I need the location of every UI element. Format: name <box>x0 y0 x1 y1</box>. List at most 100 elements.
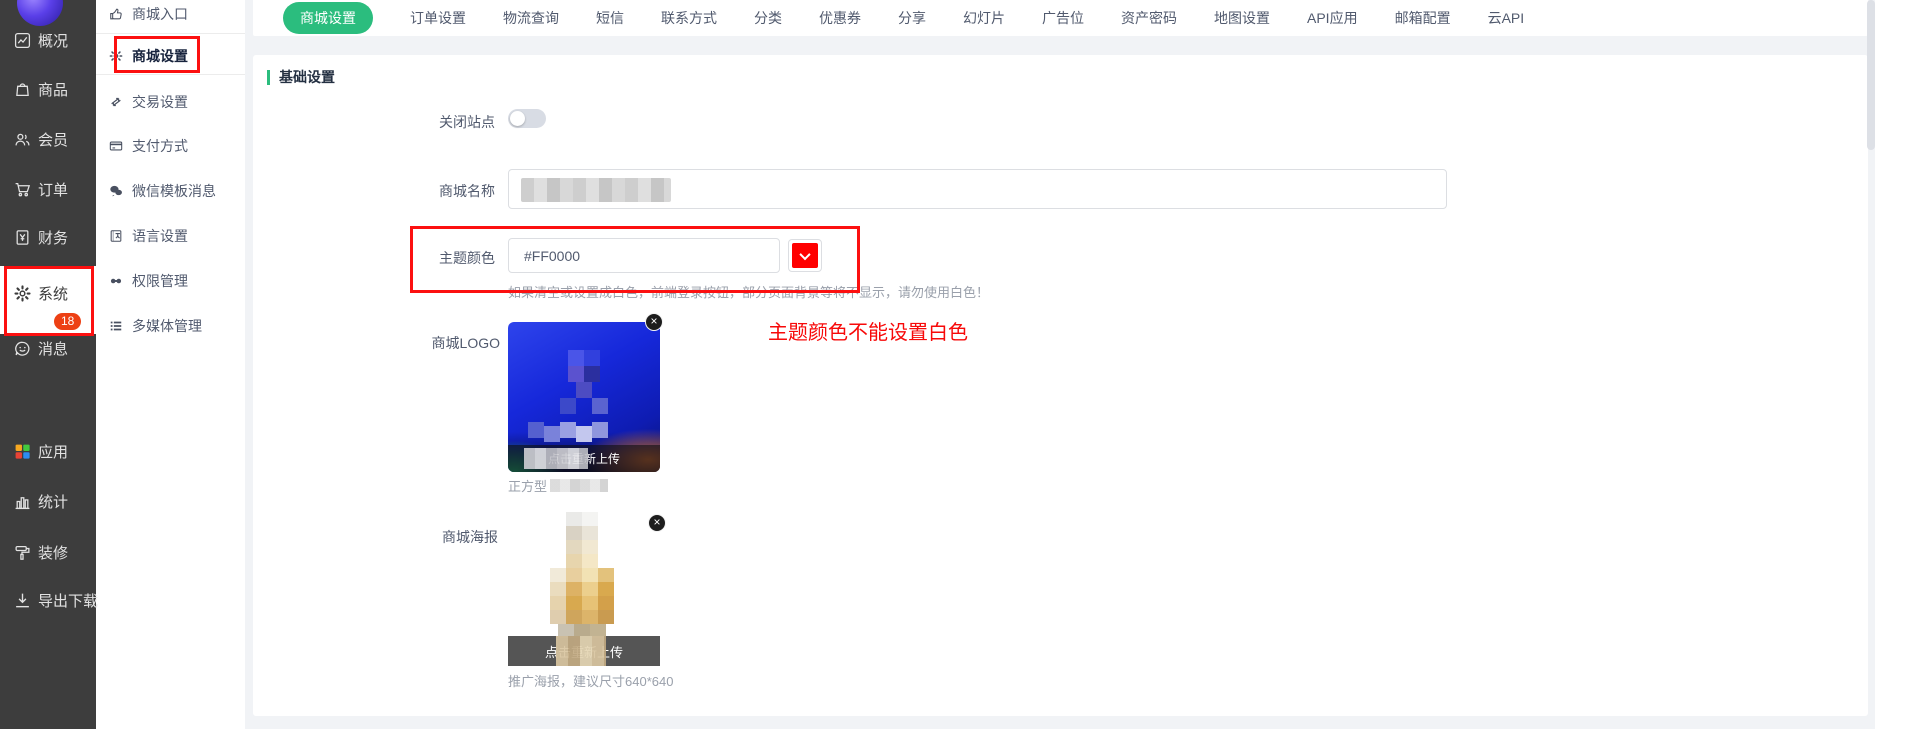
close-site-toggle[interactable] <box>508 109 546 128</box>
blur-pixel <box>576 426 592 442</box>
submenu-item-label: 微信模板消息 <box>132 181 216 201</box>
tab-API应用[interactable]: API应用 <box>1307 8 1358 28</box>
submenu-divider <box>96 74 245 75</box>
submenu-item-商城入口[interactable]: 商城入口 <box>96 2 245 26</box>
blur-pixel <box>584 350 600 366</box>
tab-订单设置[interactable]: 订单设置 <box>410 8 466 28</box>
blur-pixel <box>584 366 600 382</box>
scrollbar-thumb[interactable] <box>1867 0 1875 150</box>
submenu-item-交易设置[interactable]: 交易设置 <box>96 90 245 114</box>
sidebar-item-消息[interactable]: 消息 <box>0 333 96 363</box>
theme-color-swatch <box>792 243 818 268</box>
tab-云API[interactable]: 云API <box>1488 8 1525 28</box>
section-title: 基础设置 <box>279 67 335 87</box>
tab-物流查询[interactable]: 物流查询 <box>503 8 559 28</box>
submenu-item-商城设置[interactable]: 商城设置 <box>96 44 245 68</box>
sidebar-item-label: 商品 <box>38 79 68 100</box>
tab-分享[interactable]: 分享 <box>898 8 926 28</box>
sidebar-item-统计[interactable]: 统计 <box>0 486 96 516</box>
tab-资产密码[interactable]: 资产密码 <box>1121 8 1177 28</box>
language-icon <box>109 229 123 243</box>
blur-pixel <box>560 398 576 414</box>
avatar[interactable] <box>17 0 63 26</box>
sidebar-item-导出下载[interactable]: 导出下载 <box>0 585 96 615</box>
tab-分类[interactable]: 分类 <box>754 8 782 28</box>
entry-icon <box>109 7 123 21</box>
sidebar-item-装修[interactable]: 装修 <box>0 537 96 567</box>
scrollbar-track <box>1875 0 1907 729</box>
poster-caption: 推广海报，建议尺寸640*640 <box>508 671 673 690</box>
theme-color-input[interactable]: #FF0000 <box>508 238 780 273</box>
logo-caption: 正方型 <box>508 476 608 495</box>
blur-pixel <box>576 382 592 398</box>
sidebar-item-应用[interactable]: 应用 <box>0 436 96 466</box>
mall-poster-label: 商城海报 <box>368 527 498 547</box>
tab-联系方式[interactable]: 联系方式 <box>661 8 717 28</box>
messages-icon <box>14 340 31 357</box>
main-sidebar: 概况商品会员订单财务系统消息应用统计装修导出下载 18 <box>0 0 96 729</box>
sidebar-item-label: 会员 <box>38 129 68 150</box>
annotation-note: 主题颜色不能设置白色 <box>768 316 968 345</box>
theme-color-picker-button[interactable] <box>788 239 822 272</box>
system-icon <box>14 285 31 302</box>
section-accent-bar <box>267 70 270 85</box>
toggle-knob <box>510 111 525 126</box>
blur-pixel <box>544 426 560 442</box>
blur-pixel <box>560 422 576 438</box>
blur-patch <box>524 448 588 469</box>
goods-icon <box>14 81 31 98</box>
apps-icon <box>14 443 31 460</box>
members-icon <box>14 131 31 148</box>
tab-商城设置[interactable]: 商城设置 <box>283 2 373 34</box>
submenu-item-语言设置[interactable]: 语言设置 <box>96 224 245 248</box>
poster-remove-button[interactable]: × <box>648 514 666 532</box>
sidebar-item-label: 统计 <box>38 491 68 512</box>
sidebar-item-会员[interactable]: 会员 <box>0 124 96 154</box>
finance-icon <box>14 229 31 246</box>
sidebar-item-财务[interactable]: 财务 <box>0 222 96 252</box>
blur-patch <box>550 479 608 492</box>
mall-name-label: 商城名称 <box>365 181 495 201</box>
blur-pixel <box>592 422 608 438</box>
mall-logo-image[interactable]: 点击重新上传 <box>508 322 660 472</box>
wechat-icon <box>109 184 123 198</box>
submenu-item-label: 多媒体管理 <box>132 316 202 336</box>
tab-邮箱配置[interactable]: 邮箱配置 <box>1395 8 1451 28</box>
submenu-item-label: 语言设置 <box>132 226 188 246</box>
sidebar-item-label: 订单 <box>38 179 68 200</box>
poster-reupload-overlay[interactable]: 点击重新上传 <box>508 636 660 666</box>
chevron-down-icon <box>799 248 810 259</box>
tab-地图设置[interactable]: 地图设置 <box>1214 8 1270 28</box>
settings-tabbar: 商城设置 订单设置 物流查询 短信 联系方式 分类 优惠券 分享 幻灯片 广告位 资产密码 地图设置 A… <box>253 0 1868 36</box>
submenu-item-多媒体管理[interactable]: 多媒体管理 <box>96 314 245 338</box>
sidebar-item-概况[interactable]: 概况 <box>0 25 96 55</box>
blur-pixel <box>568 350 584 366</box>
submenu-item-微信模板消息[interactable]: 微信模板消息 <box>96 179 245 203</box>
tab-幻灯片[interactable]: 幻灯片 <box>963 8 1005 28</box>
submenu-item-权限管理[interactable]: 权限管理 <box>96 269 245 293</box>
messages-badge: 18 <box>54 313 81 330</box>
redacted-mall-name-value <box>521 178 671 202</box>
export-icon <box>14 592 31 609</box>
submenu-item-label: 权限管理 <box>132 271 188 291</box>
sidebar-item-商品[interactable]: 商品 <box>0 74 96 104</box>
logo-remove-button[interactable]: × <box>645 313 663 331</box>
sidebar-item-订单[interactable]: 订单 <box>0 174 96 204</box>
submenu-item-支付方式[interactable]: 支付方式 <box>96 134 245 158</box>
mall-name-input[interactable] <box>508 169 1447 209</box>
blur-pixel <box>528 422 544 438</box>
theme-color-label: 主题颜色 <box>365 248 495 268</box>
tab-短信[interactable]: 短信 <box>596 8 624 28</box>
tab-优惠券[interactable]: 优惠券 <box>819 8 861 28</box>
submenu-item-label: 商城设置 <box>132 46 188 66</box>
submenu-item-label: 交易设置 <box>132 92 188 112</box>
sidebar-item-label: 导出下载 <box>38 590 98 611</box>
overview-icon <box>14 32 31 49</box>
sidebar-item-label: 财务 <box>38 227 68 248</box>
submenu-item-label: 支付方式 <box>132 136 188 156</box>
logo-reupload-overlay[interactable]: 点击重新上传 <box>508 445 660 472</box>
permission-icon <box>109 274 123 288</box>
system-submenu: 商城入口商城设置交易设置支付方式微信模板消息语言设置权限管理多媒体管理 <box>96 0 245 729</box>
tab-广告位[interactable]: 广告位 <box>1042 8 1084 28</box>
sidebar-item-系统[interactable]: 系统 <box>0 278 96 308</box>
